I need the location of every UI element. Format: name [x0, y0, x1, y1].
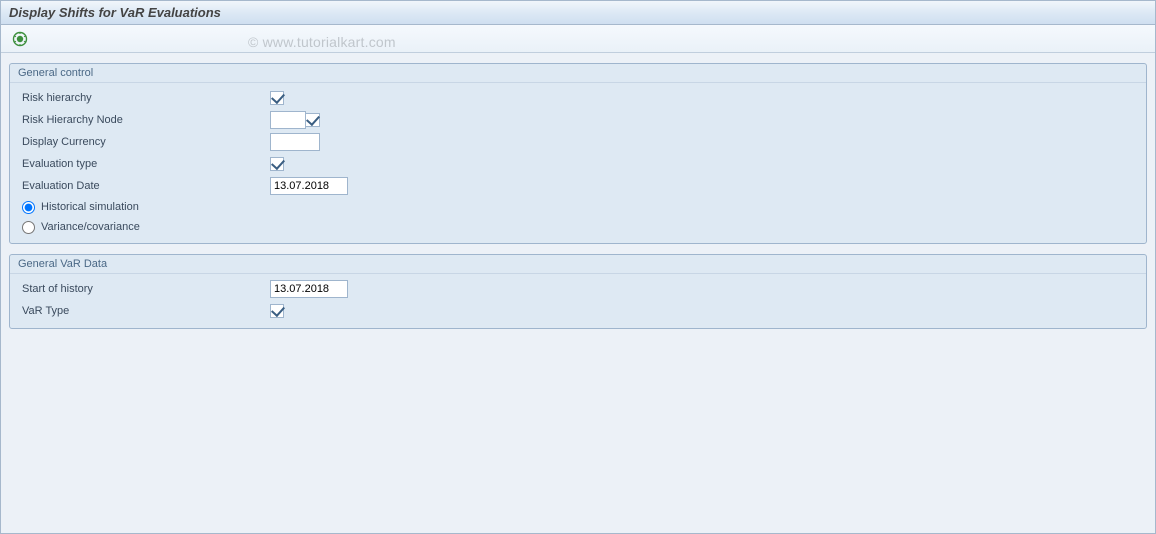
execute-button[interactable] [9, 28, 31, 50]
label-evaluation-type: Evaluation type [18, 158, 270, 170]
row-radio-variance[interactable]: Variance/covariance [18, 217, 1138, 237]
row-display-currency: Display Currency [18, 131, 1138, 153]
evaluation-type-required-icon[interactable] [270, 157, 284, 171]
row-evaluation-date: Evaluation Date [18, 175, 1138, 197]
title-bar: Display Shifts for VaR Evaluations [1, 1, 1155, 25]
page-title: Display Shifts for VaR Evaluations [9, 5, 221, 20]
label-radio-historical[interactable]: Historical simulation [41, 201, 139, 213]
label-evaluation-date: Evaluation Date [18, 180, 270, 192]
label-var-type: VaR Type [18, 305, 270, 317]
row-radio-historical[interactable]: Historical simulation [18, 197, 1138, 217]
label-start-history: Start of history [18, 283, 270, 295]
risk-hierarchy-node-field[interactable] [270, 111, 306, 129]
row-var-type: VaR Type [18, 300, 1138, 322]
risk-hierarchy-node-required-icon[interactable] [306, 113, 320, 127]
radio-historical-simulation[interactable] [22, 201, 35, 214]
group-general-control: General control Risk hierarchy Risk Hier… [9, 63, 1147, 244]
display-currency-field[interactable] [270, 133, 320, 151]
execute-icon [12, 31, 28, 47]
toolbar [1, 25, 1155, 53]
radio-variance-covariance[interactable] [22, 221, 35, 234]
row-start-history: Start of history [18, 278, 1138, 300]
risk-hierarchy-required-icon[interactable] [270, 91, 284, 105]
evaluation-date-field[interactable] [270, 177, 348, 195]
group-title-general-control: General control [10, 64, 1146, 83]
label-risk-hierarchy: Risk hierarchy [18, 92, 270, 104]
start-history-field[interactable] [270, 280, 348, 298]
row-risk-hierarchy-node: Risk Hierarchy Node [18, 109, 1138, 131]
group-title-general-var: General VaR Data [10, 255, 1146, 274]
group-general-var-data: General VaR Data Start of history VaR Ty… [9, 254, 1147, 329]
row-risk-hierarchy: Risk hierarchy [18, 87, 1138, 109]
row-evaluation-type: Evaluation type [18, 153, 1138, 175]
label-risk-hierarchy-node: Risk Hierarchy Node [18, 114, 270, 126]
label-display-currency: Display Currency [18, 136, 270, 148]
content-area: General control Risk hierarchy Risk Hier… [1, 53, 1155, 533]
var-type-required-icon[interactable] [270, 304, 284, 318]
label-radio-variance[interactable]: Variance/covariance [41, 221, 140, 233]
